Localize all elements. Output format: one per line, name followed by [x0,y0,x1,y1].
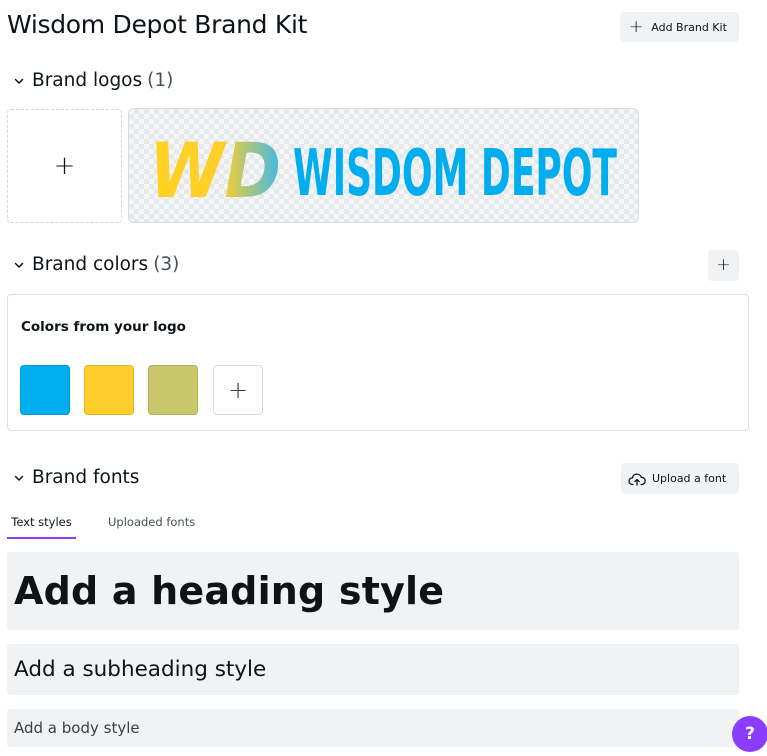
upload-font-button[interactable]: Upload a font [621,463,739,494]
add-color-palette-button[interactable]: + [708,250,739,281]
heading-style-placeholder: Add a heading style [14,569,445,613]
chevron-down-icon [14,475,24,481]
plus-icon: + [53,151,76,181]
brand-fonts-header[interactable]: Brand fonts [12,467,139,488]
add-brand-kit-label: Add Brand Kit [651,20,727,34]
page-title: Wisdom Depot Brand Kit [7,10,308,39]
brand-logos-header[interactable]: Brand logos (1) [12,70,173,91]
plus-icon: + [716,255,731,275]
cloud-upload-icon [628,473,646,486]
colors-panel: Colors from your logo + [7,294,749,431]
tab-uploaded-fonts[interactable]: Uploaded fonts [108,515,195,529]
plus-icon: + [629,16,644,37]
colors-panel-label: Colors from your logo [21,319,186,335]
chevron-down-icon [14,262,24,268]
logo-monogram: WD [149,126,281,215]
brand-colors-title: Brand colors [32,254,149,275]
plus-icon: + [227,376,249,404]
add-color-button[interactable]: + [213,365,263,415]
add-brand-kit-button[interactable]: + Add Brand Kit [620,12,739,42]
brand-colors-count: (3) [153,254,180,275]
add-heading-style-row[interactable]: Add a heading style [7,552,739,630]
wisdom-depot-logo: WD WISDOM DEPOT [149,126,617,215]
color-swatch-blue[interactable] [20,365,70,415]
body-style-placeholder: Add a body style [14,719,140,737]
add-body-style-row[interactable]: Add a body style [7,709,739,747]
logo-wordmark: WISDOM DEPOT [293,137,617,211]
color-swatch-yellow[interactable] [84,365,134,415]
help-button[interactable]: ? [732,716,767,752]
subheading-style-placeholder: Add a subheading style [14,657,267,682]
brand-colors-header[interactable]: Brand colors (3) [12,254,179,275]
color-swatch-olive[interactable] [148,365,198,415]
logo-card[interactable]: WD WISDOM DEPOT [128,108,639,223]
add-subheading-style-row[interactable]: Add a subheading style [7,644,739,695]
brand-logos-title: Brand logos [32,70,143,91]
brand-kit-page: Wisdom Depot Brand Kit + Add Brand Kit B… [0,0,767,756]
tab-text-styles[interactable]: Text styles [7,515,76,539]
upload-font-label: Upload a font [652,472,727,485]
brand-fonts-title: Brand fonts [32,467,140,488]
chevron-down-icon [14,78,24,84]
brand-logos-count: (1) [147,70,174,91]
add-logo-button[interactable]: + [7,109,122,223]
